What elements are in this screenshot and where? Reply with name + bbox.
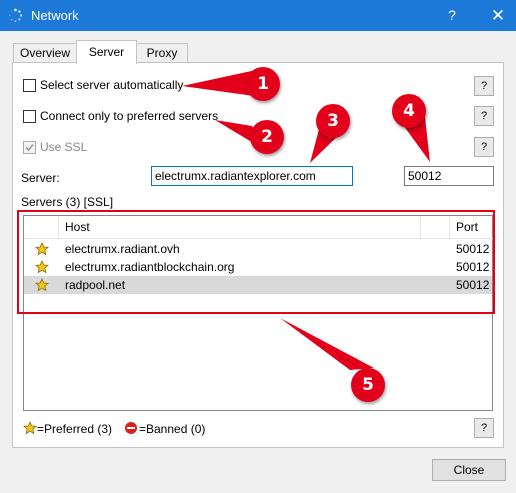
callout-1: 1 bbox=[246, 67, 280, 101]
callout-4: 4 bbox=[392, 94, 426, 128]
callout-3: 3 bbox=[316, 104, 350, 138]
callout-2: 2 bbox=[250, 120, 284, 154]
tab-server[interactable]: Server bbox=[76, 40, 137, 64]
callout-5: 5 bbox=[351, 368, 385, 402]
callout-pointer-5 bbox=[280, 318, 374, 370]
